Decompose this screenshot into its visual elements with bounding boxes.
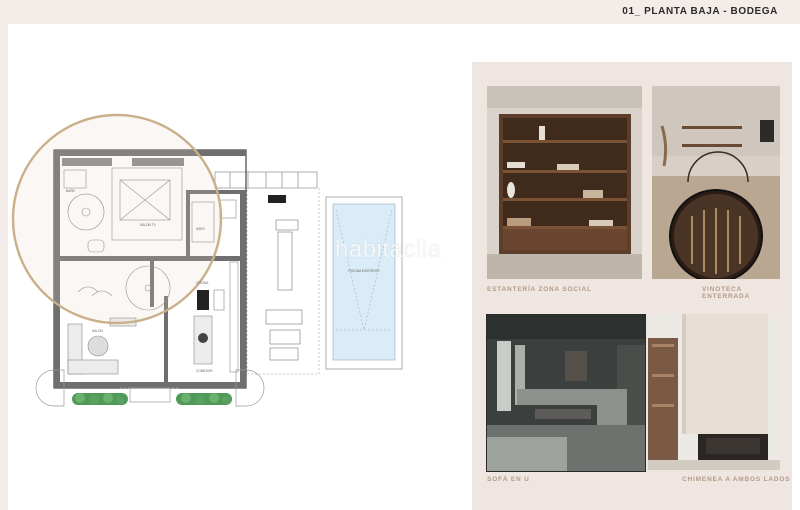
- pool-label: PISCINA EXISTENTE: [348, 269, 379, 273]
- caption-u-sofa: SOFÁ EN U: [487, 476, 530, 483]
- room-label: SALON: [92, 329, 104, 333]
- photo-shelving: [487, 86, 642, 279]
- pool: PISCINA EXISTENTE: [325, 196, 403, 370]
- caption-shelving: ESTANTERÍA ZONA SOCIAL: [487, 286, 592, 293]
- room-label: COMEDOR: [196, 369, 213, 373]
- watermark: habitaclia: [335, 236, 442, 263]
- gallery-panel: ESTANTERÍA ZONA SOCIAL VINOTECA ENTERRAD…: [472, 62, 792, 510]
- photo-wine-cellar: [652, 86, 780, 279]
- caption-fireplace: CHIMENEA A AMBOS LADOS: [682, 476, 791, 483]
- room-label: BAÑO: [66, 188, 76, 193]
- photo-fireplace: [648, 314, 780, 470]
- room-label: ASEO: [196, 227, 205, 231]
- photo-u-sofa: [486, 314, 646, 472]
- plan-hedges: [72, 393, 232, 405]
- room-label: SALON TV: [140, 223, 157, 227]
- room-label: COCINA: [196, 281, 209, 285]
- plan-annex: [214, 171, 320, 375]
- highlight-circle: [11, 113, 223, 325]
- caption-wine-cellar: VINOTECA ENTERRADA: [702, 286, 751, 300]
